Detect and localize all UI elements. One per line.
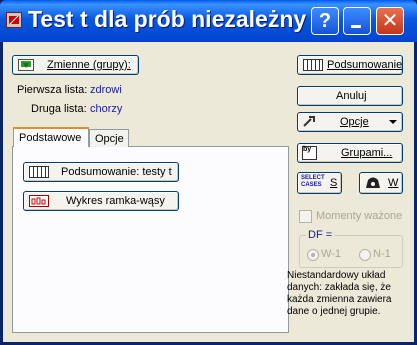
summary-t-tests-button[interactable]: Podsumowanie: testy t (23, 162, 179, 182)
dialog-body: Zmienne (grupy): Pierwsza lista: zdrowi … (3, 42, 414, 342)
select-cases-button[interactable]: SELECT CASES S (297, 172, 342, 194)
select-cases-letter: S (330, 177, 338, 189)
moments-checkbox[interactable] (299, 210, 312, 223)
summary-t-tests-label: Podsumowanie: testy t (61, 166, 172, 178)
table-icon (303, 59, 323, 71)
tab-podstawowe-label: Podstawowe (19, 132, 82, 144)
chevron-down-icon (389, 120, 397, 124)
variables-button[interactable]: Zmienne (grupy): (12, 55, 139, 75)
window-title: Test t dla prób niezależny (28, 6, 307, 32)
second-list-value: chorzy (90, 103, 123, 115)
df-radio-w1[interactable] (307, 249, 319, 261)
first-list-value: zdrowi (90, 84, 122, 96)
options-button-label: Opcje (340, 116, 369, 128)
boxplot-icon (29, 195, 49, 207)
by-groups-button[interactable]: by Grupami... (297, 143, 403, 163)
summary-button-label: Podsumowanie (327, 59, 403, 71)
close-button[interactable]: ✕ (376, 7, 404, 35)
title-bar[interactable]: Test t dla prób niezależny ? ✕ (0, 0, 417, 42)
table-icon (29, 166, 49, 178)
variables-icon (18, 59, 34, 71)
by-groups-button-label: Grupami... (341, 147, 393, 159)
minimize-button[interactable] (343, 7, 371, 35)
app-icon (6, 12, 22, 28)
select-cases-line2: CASES (301, 182, 322, 188)
df-radio-n1[interactable] (359, 249, 371, 261)
dialog-window: Test t dla prób niezależny ? ✕ Zmienne (… (0, 0, 417, 345)
weight-icon (364, 176, 382, 190)
tab-opcje-label: Opcje (95, 133, 124, 145)
weight-button[interactable]: W (359, 172, 403, 194)
tab-podstawowe[interactable]: Podstawowe (13, 127, 89, 148)
select-cases-line1: SELECT (301, 175, 325, 181)
data-layout-note: Niestandardowy układ danych: zakłada się… (287, 270, 392, 317)
cancel-button-label: Anuluj (336, 90, 367, 102)
help-button[interactable]: ? (311, 7, 339, 35)
df-legend: DF = (306, 229, 335, 241)
tab-opcje[interactable]: Opcje (89, 129, 129, 147)
options-icon (303, 116, 317, 128)
options-button[interactable]: Opcje (297, 112, 403, 132)
tab-panel: Podsumowanie: testy t Wykres ramka-wąsy (12, 147, 289, 333)
first-list-label: Pierwsza lista: (17, 84, 88, 96)
variables-button-label: Zmienne (grupy): (47, 59, 131, 71)
df-radio-w1-label: W-1 (321, 248, 341, 260)
by-groups-icon: by (302, 146, 317, 160)
cancel-button[interactable]: Anuluj (297, 86, 403, 106)
weight-letter: W (388, 177, 399, 189)
second-list-label: Druga lista: (31, 103, 87, 115)
df-radio-n1-label: N-1 (373, 248, 391, 260)
boxplot-label: Wykres ramka-wąsy (66, 195, 165, 207)
boxplot-button[interactable]: Wykres ramka-wąsy (23, 191, 179, 211)
summary-button[interactable]: Podsumowanie (297, 55, 403, 75)
moments-checkbox-label: Momenty ważone (316, 210, 403, 222)
select-cases-icon: SELECT CASES (301, 175, 327, 191)
